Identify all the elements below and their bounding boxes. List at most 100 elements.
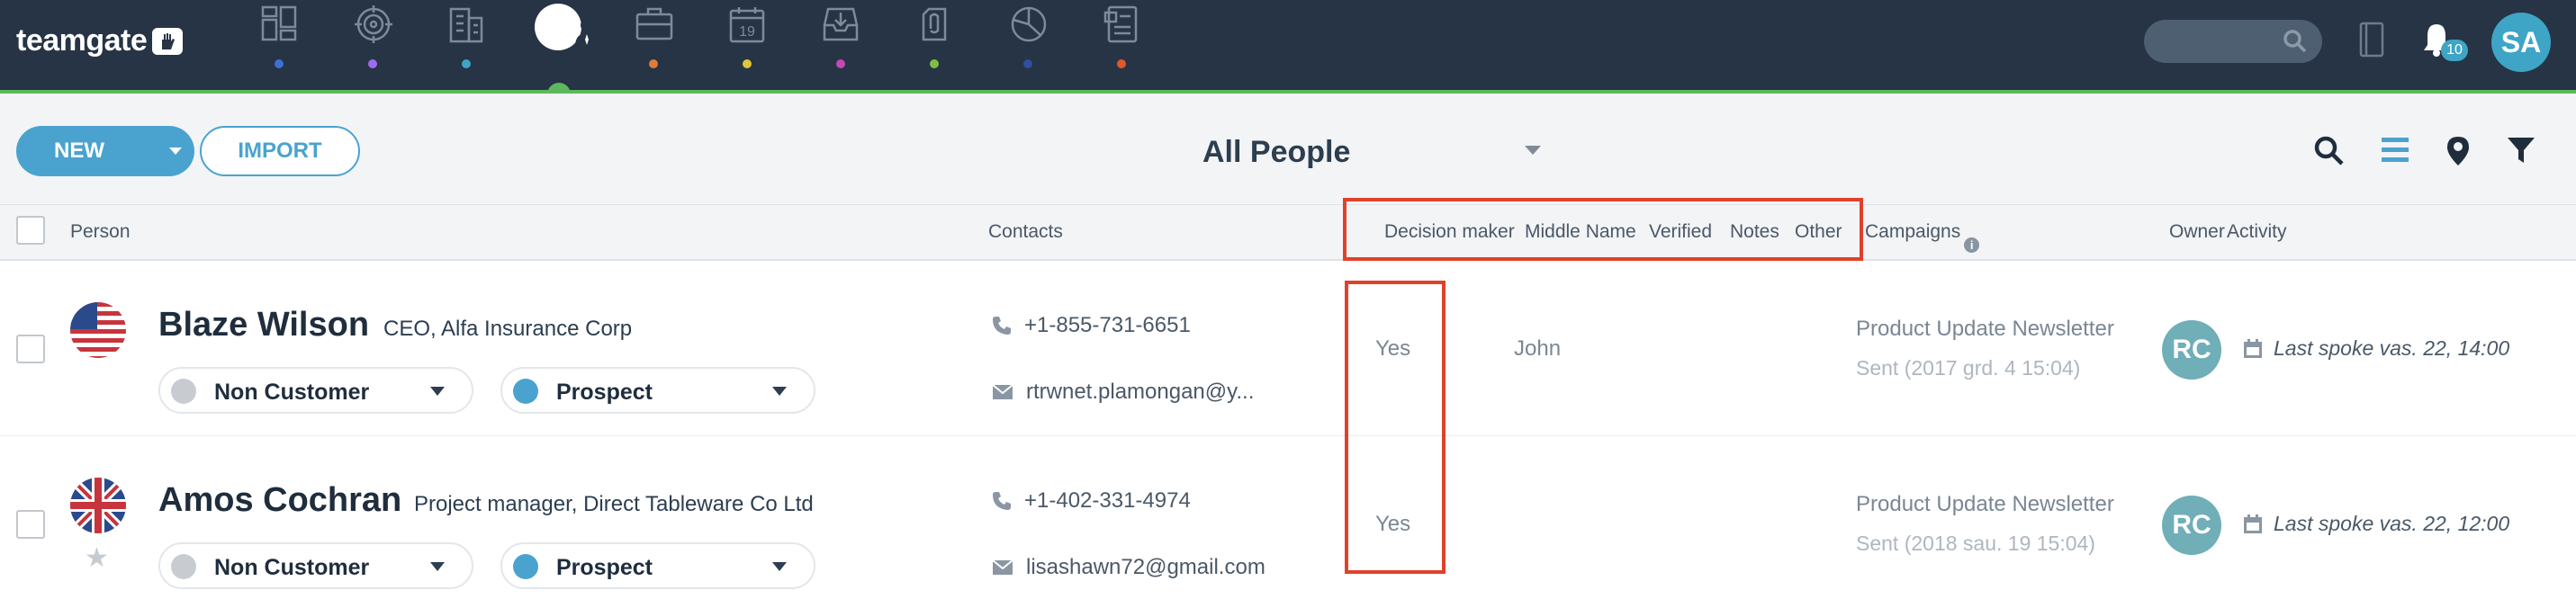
nav-deals[interactable] [607, 0, 700, 90]
campaign-name[interactable]: Product Update Newsletter [1856, 492, 2114, 517]
nav-dot [930, 59, 939, 68]
row-checkbox[interactable] [16, 335, 45, 363]
middle-name-value: John [1514, 336, 1562, 361]
view-dropdown-caret-icon[interactable] [1525, 146, 1541, 155]
calendar-icon [2244, 338, 2262, 358]
nav-deals-target[interactable] [326, 0, 419, 90]
user-avatar[interactable]: SA [2491, 13, 2551, 72]
envelope-icon [992, 384, 1013, 399]
import-button[interactable]: IMPORT [200, 126, 360, 176]
phone-contact[interactable]: +1-855-731-6651 [992, 313, 1191, 338]
header-highlight-box [1343, 198, 1863, 261]
nav-documents[interactable] [1075, 0, 1168, 90]
companies-icon [449, 7, 483, 43]
last-activity-text: Last spoke vas. 22, 14:00 [2274, 336, 2510, 360]
person-name[interactable]: Amos Cochran [158, 481, 401, 520]
filter-icon[interactable] [2506, 135, 2536, 165]
pie-chart-icon [1011, 6, 1047, 42]
phone-number: +1-402-331-4974 [1024, 488, 1191, 513]
uk-flag-icon [70, 478, 126, 533]
email-contact[interactable]: lisashawn72@gmail.com [992, 555, 1265, 580]
chevron-down-icon [430, 562, 445, 571]
nav-people[interactable] [513, 0, 607, 106]
lead-status-label: Prospect [556, 380, 653, 405]
new-button[interactable]: NEW [16, 126, 194, 176]
dashboard-icon [261, 5, 297, 41]
phone-number: +1-855-731-6651 [1024, 313, 1191, 337]
list-toolbar: NEW IMPORT All People [0, 94, 2576, 205]
owner-avatar[interactable]: RC [2162, 320, 2221, 380]
table-row[interactable]: Blaze Wilson CEO, Alfa Insurance Corp No… [0, 261, 2576, 435]
customer-status-select[interactable]: Non Customer [158, 542, 473, 589]
header-campaigns[interactable]: Campaigns i [1865, 221, 1980, 253]
search-icon [2283, 30, 2307, 53]
calendar-icon [2244, 514, 2262, 533]
book-icon[interactable] [2358, 22, 2385, 58]
view-selector[interactable]: All People [1202, 135, 1350, 170]
header-person[interactable]: Person [70, 221, 131, 243]
last-activity: Last spoke vas. 22, 14:00 [2243, 336, 2509, 361]
last-activity: Last spoke vas. 22, 12:00 [2243, 512, 2509, 536]
campaign-sent-date: Sent (2018 sau. 19 15:04) [1856, 532, 2095, 555]
global-search-input[interactable] [2144, 20, 2322, 63]
inbox-download-icon [823, 7, 859, 41]
status-dot [513, 379, 538, 404]
nav-reports[interactable] [981, 0, 1075, 90]
chevron-down-icon [772, 562, 787, 571]
nav-files[interactable] [887, 0, 981, 90]
select-all-checkbox[interactable] [16, 216, 45, 245]
table-row[interactable]: ★ Amos Cochran Project manager, Direct T… [0, 435, 2576, 608]
document-icon [1103, 5, 1138, 43]
owner-avatar[interactable]: RC [2162, 496, 2221, 555]
row-checkbox[interactable] [16, 510, 45, 539]
phone-icon [993, 492, 1011, 510]
email-contact[interactable]: rtrwnet.plamongan@y... [992, 380, 1254, 405]
nav-dot [1117, 59, 1126, 68]
star-icon[interactable]: ★ [85, 542, 109, 574]
person-title: CEO, Alfa Insurance Corp [383, 317, 633, 341]
briefcase-icon [635, 7, 673, 40]
phone-icon [993, 317, 1011, 335]
customer-status-select[interactable]: Non Customer [158, 367, 473, 414]
us-flag-icon [70, 302, 126, 358]
phone-contact[interactable]: +1-402-331-4974 [992, 488, 1191, 514]
email-address: lisashawn72@gmail.com [1026, 555, 1265, 579]
campaign-sent-date: Sent (2017 grd. 4 15:04) [1856, 356, 2081, 380]
header-activity[interactable]: Activity [2227, 221, 2287, 243]
nav-dot [368, 59, 377, 68]
header-campaigns-label: Campaigns [1865, 221, 1961, 242]
nav-companies[interactable] [419, 0, 513, 90]
header-contacts[interactable]: Contacts [988, 221, 1063, 243]
nav-dashboard[interactable] [232, 0, 326, 90]
notification-count-badge: 10 [2441, 40, 2468, 61]
target-icon [355, 5, 392, 43]
app-logo[interactable]: teamgate [16, 23, 184, 58]
nav-dot [836, 59, 845, 68]
search-icon[interactable] [2313, 135, 2346, 167]
nav-dot [649, 59, 658, 68]
map-pin-icon[interactable] [2445, 135, 2472, 167]
top-navbar: teamgate 19 10 SA [0, 0, 2576, 106]
nav-dot [462, 59, 471, 68]
people-icon [535, 4, 599, 50]
logo-hand-icon [152, 27, 184, 55]
chevron-down-icon[interactable] [169, 148, 182, 155]
calendar-day-label: 19 [739, 24, 755, 40]
header-owner[interactable]: Owner [2169, 221, 2225, 243]
info-icon[interactable]: i [1964, 237, 1980, 253]
list-view-icon[interactable] [2380, 135, 2410, 165]
lead-status-select[interactable]: Prospect [500, 367, 815, 414]
nav-inbox[interactable] [794, 0, 887, 90]
nav-dot [275, 59, 284, 68]
customer-status-label: Non Customer [214, 380, 370, 405]
nav-dot [1023, 59, 1032, 68]
nav-calendar[interactable]: 19 [700, 0, 794, 90]
attachment-icon [922, 7, 947, 41]
status-dot [171, 554, 196, 579]
campaign-name[interactable]: Product Update Newsletter [1856, 317, 2114, 342]
lead-status-select[interactable]: Prospect [500, 542, 815, 589]
chevron-down-icon [772, 387, 787, 396]
column-highlight-box [1345, 281, 1446, 574]
person-name[interactable]: Blaze Wilson [158, 306, 369, 344]
calendar-icon: 19 [729, 7, 765, 43]
